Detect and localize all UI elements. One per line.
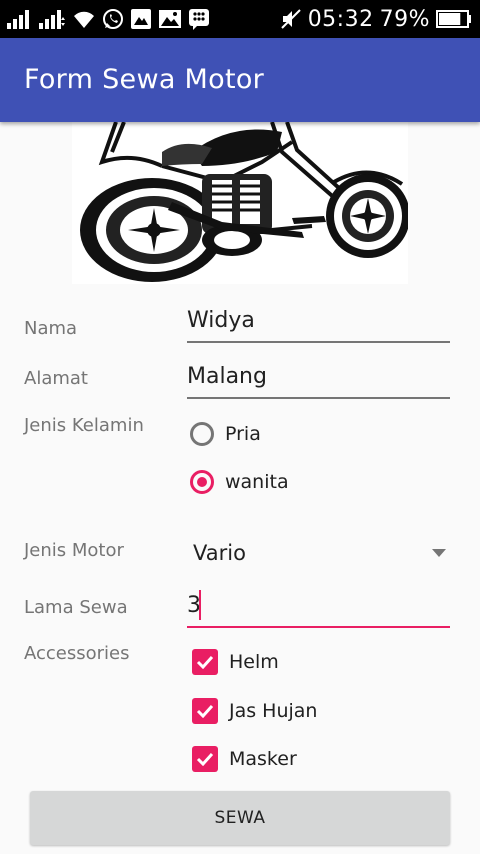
checkbox-masker[interactable]: Masker — [192, 745, 297, 773]
image-icon — [159, 10, 181, 28]
checkmark-icon — [196, 752, 214, 766]
whatsapp-icon — [103, 9, 123, 29]
status-bar: 05:32 79% — [0, 0, 480, 38]
engine — [202, 174, 272, 256]
status-right-icons: 05:32 79% — [280, 6, 472, 32]
radio-pria[interactable]: Pria — [190, 419, 261, 449]
alamat-input[interactable] — [187, 357, 450, 395]
lama-sewa-field[interactable] — [187, 586, 450, 628]
battery-icon — [436, 10, 471, 28]
app-title: Form Sewa Motor — [24, 64, 265, 95]
checkbox-helm-box[interactable] — [192, 649, 218, 675]
battery-level — [439, 13, 461, 25]
bbm-icon — [189, 9, 209, 30]
nama-label: Nama — [24, 318, 78, 339]
nama-input[interactable] — [187, 301, 450, 339]
nama-field[interactable] — [187, 301, 450, 343]
radio-wanita[interactable]: wanita — [190, 467, 289, 497]
jenis-motor-label: Jenis Motor — [24, 540, 124, 561]
battery-percent: 79% — [379, 6, 430, 32]
checkmark-icon — [196, 655, 214, 669]
motorcycle-image — [72, 122, 408, 284]
dropdown-arrow-icon[interactable] — [432, 549, 446, 557]
checkbox-jas-hujan-label: Jas Hujan — [229, 700, 318, 722]
accessories-label: Accessories — [24, 643, 130, 664]
jenis-motor-value: Vario — [193, 541, 246, 565]
checkbox-jas-hujan-box[interactable] — [192, 698, 218, 724]
checkmark-icon — [196, 704, 214, 718]
radio-pria-label: Pria — [225, 423, 261, 445]
checkbox-masker-label: Masker — [229, 748, 297, 770]
status-time: 05:32 — [307, 6, 374, 32]
sewa-button[interactable]: SEWA — [30, 791, 450, 845]
gallery-icon — [131, 9, 151, 29]
lama-sewa-input[interactable] — [187, 586, 450, 624]
lama-sewa-label: Lama Sewa — [24, 597, 128, 618]
radio-wanita-label: wanita — [225, 471, 289, 493]
jenis-motor-spinner[interactable]: Vario — [187, 535, 450, 575]
app-bar: Form Sewa Motor — [0, 38, 480, 122]
alamat-label: Alamat — [24, 368, 88, 389]
alamat-field[interactable] — [187, 357, 450, 399]
signal-icon — [7, 10, 29, 29]
radio-pria-circle[interactable] — [190, 422, 214, 446]
text-cursor — [199, 590, 201, 620]
signal-data-icon — [39, 10, 65, 29]
wifi-icon — [74, 11, 94, 28]
status-left-icons — [6, 6, 210, 32]
checkbox-masker-box[interactable] — [192, 746, 218, 772]
checkbox-helm-label: Helm — [229, 651, 279, 673]
checkbox-jas-hujan[interactable]: Jas Hujan — [192, 697, 317, 725]
checkbox-helm[interactable]: Helm — [192, 648, 279, 676]
mute-icon — [280, 9, 301, 29]
radio-wanita-circle[interactable] — [190, 470, 214, 494]
jenis-kelamin-label: Jenis Kelamin — [24, 415, 144, 436]
